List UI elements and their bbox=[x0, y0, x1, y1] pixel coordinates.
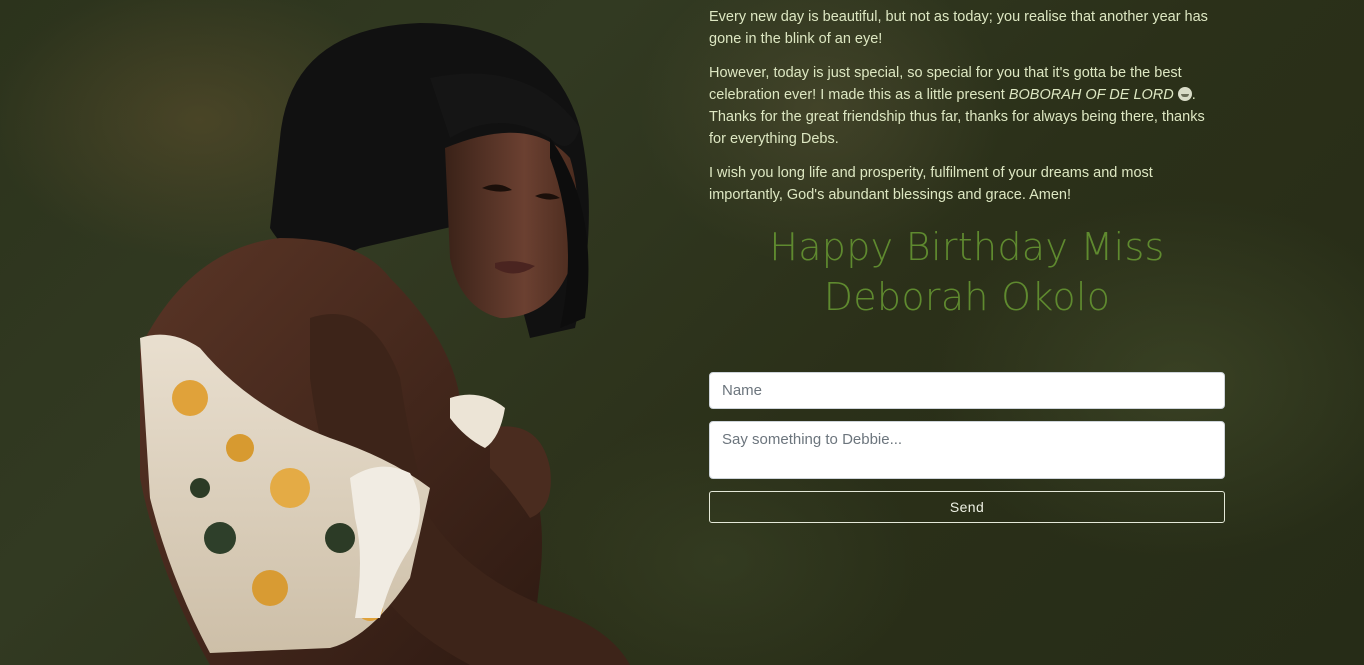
wish-form: Send bbox=[709, 372, 1225, 523]
portrait-photo bbox=[130, 18, 650, 665]
message-textarea[interactable] bbox=[709, 421, 1225, 479]
message-paragraph-3: I wish you long life and prosperity, ful… bbox=[709, 162, 1225, 206]
nickname-emphasis: BOBORAH OF DE LORD bbox=[1008, 87, 1174, 103]
headline-line-1: Happy Birthday Miss bbox=[769, 225, 1165, 269]
message-paragraph-3-text: I wish you long life and prosperity, ful… bbox=[709, 165, 1153, 203]
headline-line-2: Deborah Okolo bbox=[823, 275, 1111, 319]
message-paragraph-2: However, today is just special, so speci… bbox=[709, 62, 1225, 150]
message-paragraph-1-text: Every new day is beautiful, but not as t… bbox=[709, 9, 1208, 47]
birthday-message: Every new day is beautiful, but not as t… bbox=[709, 6, 1225, 218]
send-button[interactable]: Send bbox=[709, 491, 1225, 523]
name-input[interactable] bbox=[709, 372, 1225, 409]
grinning-face-icon bbox=[1177, 87, 1192, 101]
message-paragraph-1: Every new day is beautiful, but not as t… bbox=[709, 6, 1225, 50]
birthday-headline: Happy Birthday Miss Deborah Okolo bbox=[709, 222, 1225, 322]
